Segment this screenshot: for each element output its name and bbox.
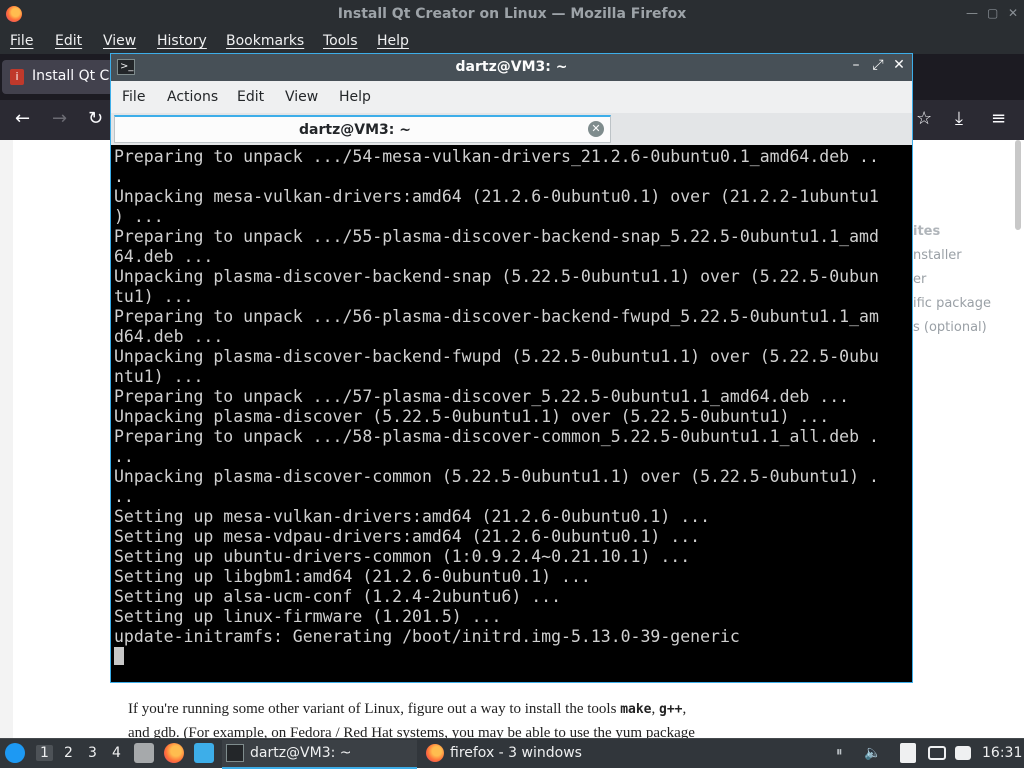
terminal-line: d64.deb ... [114,327,224,346]
page-scrollbar[interactable] [1015,140,1021,230]
page-text-span: If you're running some other variant of … [128,701,621,717]
toc-link-optional[interactable]: s (optional) [913,320,987,335]
menu-tools[interactable]: Tools [323,33,358,49]
terminal-line: ) ... [114,207,164,226]
star-bookmark-icon[interactable]: ☆ [916,108,932,129]
terminal-cursor [114,647,124,665]
terminal-line: . [114,167,124,186]
minimize-icon[interactable]: – [847,57,865,77]
terminal-line: Preparing to unpack .../54-mesa-vulkan-d… [114,147,879,166]
task-firefox[interactable]: firefox - 3 windows [422,740,602,767]
firefox-launcher-icon[interactable] [164,743,184,763]
terminal-line: Unpacking mesa-vulkan-drivers:amd64 (21.… [114,187,879,206]
close-icon[interactable]: ✕ [890,57,908,77]
firefox-menubar: File Edit View History Bookmarks Tools H… [0,29,1024,54]
task-terminal[interactable]: dartz@VM3: ~ [222,740,417,769]
task-firefox-label: firefox - 3 windows [450,745,582,761]
minimize-icon[interactable]: — [966,6,978,20]
terminal-screen[interactable]: Preparing to unpack .../54-mesa-vulkan-d… [111,145,912,682]
firefox-icon [426,744,444,762]
firefox-window-title: Install Qt Creator on Linux — Mozilla Fi… [337,6,687,22]
terminal-output: Preparing to unpack .../54-mesa-vulkan-d… [114,147,879,647]
menu-view[interactable]: View [103,33,136,49]
terminal-menu-help[interactable]: Help [339,89,371,105]
terminal-window-title: dartz@VM3: ~ [455,59,568,75]
menu-edit[interactable]: Edit [55,33,82,49]
terminal-line: Preparing to unpack .../57-plasma-discov… [114,387,850,406]
close-tab-icon[interactable]: ✕ [588,121,604,137]
updates-icon[interactable] [928,746,946,760]
terminal-tab-label: dartz@VM3: ~ [299,122,411,138]
task-terminal-label: dartz@VM3: ~ [250,745,352,761]
workspace-1[interactable]: 1 [36,745,53,761]
toc-link-package[interactable]: ific package [913,296,991,311]
terminal-menu-view[interactable]: View [285,89,318,105]
firefox-titlebar: Install Qt Creator on Linux — Mozilla Fi… [0,0,1024,29]
page-text-span: , [651,701,659,717]
terminal-icon [226,744,244,762]
menu-bookmarks[interactable]: Bookmarks [226,33,304,49]
page-code-make: make [620,702,652,717]
volume-icon[interactable]: 🔈 [864,745,881,761]
terminal-line: .. [114,487,134,506]
terminal-window: >_ dartz@VM3: ~ – ⤢ ✕ File Actions Edit … [110,53,913,683]
workspace-2[interactable]: 2 [64,745,73,761]
taskbar: 1 2 3 4 dartz@VM3: ~ firefox - 3 windows… [0,738,1024,769]
page-paragraph-line1: If you're running some other variant of … [128,701,686,718]
menu-history[interactable]: History [157,33,207,49]
terminal-line: 64.deb ... [114,247,214,266]
terminal-menu-file[interactable]: File [122,89,145,105]
terminal-line: Setting up mesa-vdpau-drivers:amd64 (21.… [114,527,701,546]
app-launcher-icon[interactable] [5,743,25,763]
network-icon[interactable] [955,746,971,760]
page-code-gpp: g++ [659,702,683,717]
terminal-menubar: File Actions Edit View Help [111,81,912,113]
terminal-line: .. [114,447,134,466]
maximize-icon[interactable]: ▢ [987,6,998,20]
terminal-menu-edit[interactable]: Edit [237,89,264,105]
forward-arrow-icon[interactable]: → [52,108,67,129]
terminal-line: tu1) ... [114,287,194,306]
qt-favicon-icon: i [10,69,24,85]
terminal-line: Preparing to unpack .../58-plasma-discov… [114,427,879,446]
terminal-line: Unpacking plasma-discover-backend-snap (… [114,267,879,286]
menu-help[interactable]: Help [377,33,409,49]
reload-icon[interactable]: ↻ [88,108,103,129]
terminal-line: Preparing to unpack .../56-plasma-discov… [114,307,879,326]
toc-heading: ites [913,224,941,239]
terminal-line: Unpacking plasma-discover-common (5.22.5… [114,467,879,486]
workspace-3[interactable]: 3 [88,745,97,761]
menu-file[interactable]: File [10,33,33,49]
terminal-line: Setting up libgbm1:amd64 (21.2.6-0ubuntu… [114,567,591,586]
toc-link-er[interactable]: er [913,272,926,287]
terminal-line: update-initramfs: Generating /boot/initr… [114,627,740,646]
terminal-line: Preparing to unpack .../55-plasma-discov… [114,227,879,246]
terminal-line: ntu1) ... [114,367,204,386]
terminal-line: Setting up alsa-ucm-conf (1.2.4-2ubuntu6… [114,587,562,606]
page-left-margin [0,140,13,738]
show-desktop-icon[interactable] [194,743,214,763]
terminal-menu-actions[interactable]: Actions [167,89,218,105]
page-text-span: , [682,701,687,717]
clipboard-icon[interactable] [900,743,916,763]
terminal-tab[interactable]: dartz@VM3: ~ ✕ [114,115,611,143]
close-icon[interactable]: ✕ [1008,6,1018,20]
toc-link-installer[interactable]: nstaller [913,248,962,263]
terminal-line: Setting up mesa-vulkan-drivers:amd64 (21… [114,507,711,526]
hamburger-menu-icon[interactable]: ≡ [991,108,1006,129]
workspace-4[interactable]: 4 [112,745,121,761]
file-manager-icon[interactable] [134,743,154,763]
terminal-line: Setting up ubuntu-drivers-common (1:0.9.… [114,547,691,566]
terminal-line: Setting up linux-firmware (1.201.5) ... [114,607,502,626]
back-arrow-icon[interactable]: ← [15,108,30,129]
download-icon[interactable]: ⤓ [955,108,963,129]
taskbar-clock[interactable]: 16:31 [982,745,1022,761]
terminal-titlebar[interactable]: >_ dartz@VM3: ~ – ⤢ ✕ [111,54,912,81]
terminal-line: Unpacking plasma-discover-backend-fwupd … [114,347,879,366]
terminal-tabbar: dartz@VM3: ~ ✕ [111,113,912,145]
maximize-icon[interactable]: ⤢ [869,57,887,77]
media-pause-icon[interactable]: ⏸ [836,745,843,760]
terminal-line: Unpacking plasma-discover (5.22.5-0ubunt… [114,407,830,426]
browser-tab-title: Install Qt Cr [32,68,116,84]
